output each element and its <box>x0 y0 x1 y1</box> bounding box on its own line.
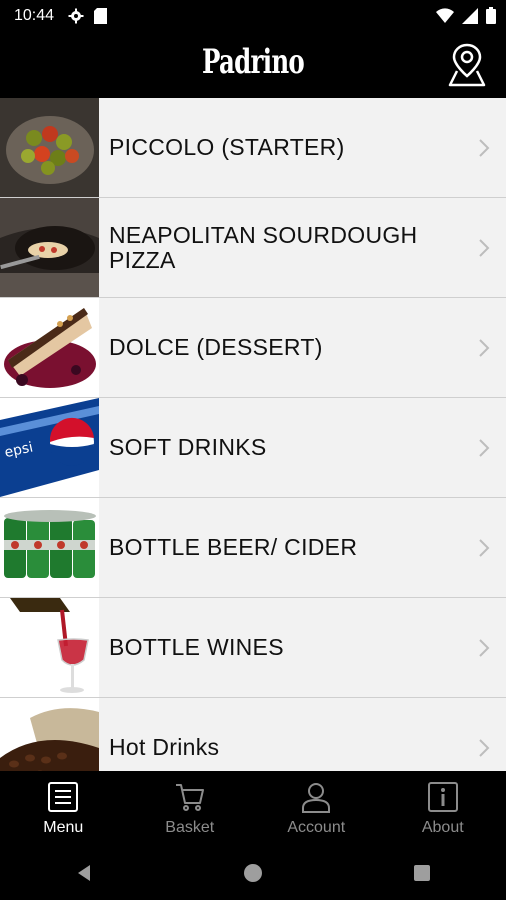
back-icon[interactable] <box>74 863 94 883</box>
category-label: NEAPOLITAN SOURDOUGH PIZZA <box>109 221 418 273</box>
nav-tab-about[interactable]: About <box>380 771 506 846</box>
map-location-icon <box>448 43 486 87</box>
pepsi-can-thumbnail: epsi <box>0 398 99 497</box>
chevron-right-icon <box>479 138 490 157</box>
nav-tab-account[interactable]: Account <box>253 771 380 846</box>
menu-list-icon <box>48 782 79 812</box>
category-label: BOTTLE BEER/ CIDER <box>109 534 358 560</box>
olives-thumbnail <box>0 98 99 197</box>
store-location-button[interactable] <box>446 42 488 88</box>
person-icon <box>302 783 331 813</box>
beer-cans-thumbnail <box>0 498 99 597</box>
wifi-icon <box>436 7 454 23</box>
status-bar: 10:44 <box>0 0 506 32</box>
status-time: 10:44 <box>14 7 55 24</box>
chevron-right-icon <box>479 438 490 457</box>
settings-gear-icon <box>68 8 84 24</box>
menu-category-row[interactable]: Hot Drinks <box>0 698 506 771</box>
category-label: PICCOLO (STARTER) <box>109 134 345 160</box>
home-icon[interactable] <box>243 863 263 883</box>
menu-category-row[interactable]: BOTTLE BEER/ CIDER <box>0 498 506 598</box>
category-label: Hot Drinks <box>109 734 220 760</box>
info-icon <box>427 782 458 812</box>
nav-label: Menu <box>43 819 84 836</box>
nav-tab-basket[interactable]: Basket <box>127 771 254 846</box>
menu-category-row[interactable]: NEAPOLITAN SOURDOUGH PIZZA <box>0 198 506 298</box>
battery-icon <box>486 7 496 24</box>
bottom-navigation: Menu Basket Account About <box>0 771 506 846</box>
nav-label: About <box>421 819 464 836</box>
recents-icon[interactable] <box>412 863 432 883</box>
menu-category-row[interactable]: PICCOLO (STARTER) <box>0 98 506 198</box>
brand-logo: Padrino <box>201 42 305 82</box>
nav-label: Account <box>287 819 346 836</box>
chevron-right-icon <box>479 638 490 657</box>
signal-icon <box>462 7 478 24</box>
nav-label: Basket <box>165 819 215 836</box>
menu-category-row[interactable]: BOTTLE WINES <box>0 598 506 698</box>
category-label: DOLCE (DESSERT) <box>109 334 323 360</box>
nav-tab-menu[interactable]: Menu <box>0 771 127 846</box>
system-navigation-bar <box>0 846 506 900</box>
sd-card-icon <box>94 8 108 24</box>
chevron-right-icon <box>479 238 490 257</box>
menu-category-row[interactable]: epsi SOFT DRINKS <box>0 398 506 498</box>
chevron-right-icon <box>479 538 490 557</box>
chevron-right-icon <box>479 738 490 757</box>
cart-icon <box>175 784 204 811</box>
wine-pour-thumbnail <box>0 598 99 697</box>
coffee-beans-thumbnail <box>0 698 99 771</box>
pizza-oven-thumbnail <box>0 198 99 297</box>
menu-category-row[interactable]: DOLCE (DESSERT) <box>0 298 506 398</box>
cheesecake-thumbnail <box>0 298 99 397</box>
chevron-right-icon <box>479 338 490 357</box>
category-label: SOFT DRINKS <box>109 434 267 460</box>
app-header: Padrino <box>0 32 506 98</box>
menu-category-list[interactable]: PICCOLO (STARTER) NEAPOLITAN SOURDOUGH P… <box>0 98 506 771</box>
category-label: BOTTLE WINES <box>109 634 284 660</box>
